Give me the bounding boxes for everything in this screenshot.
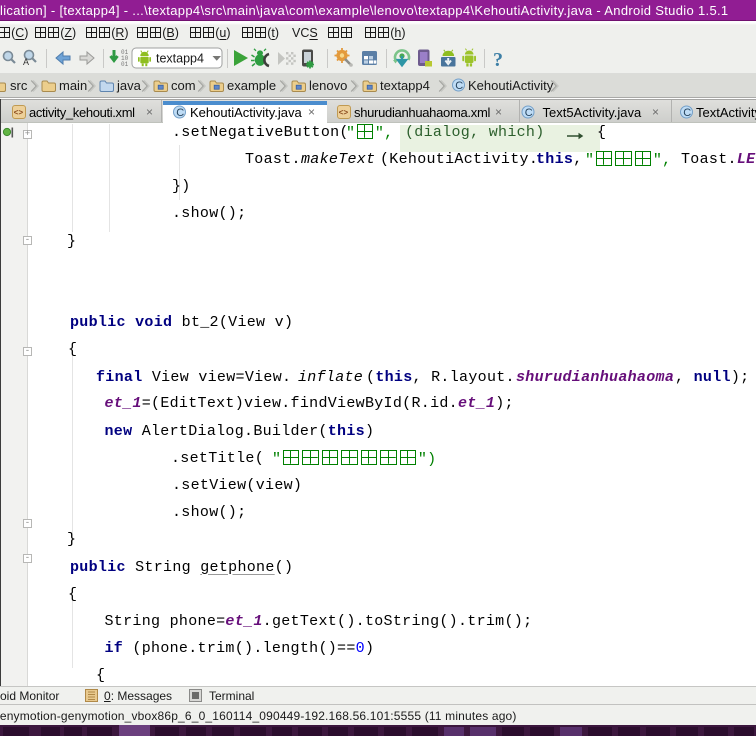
svg-text:01: 01 (121, 61, 129, 68)
svg-text:textapp4: textapp4 (156, 52, 204, 66)
svg-text:?: ? (493, 49, 503, 71)
svg-text:A: A (23, 57, 29, 67)
